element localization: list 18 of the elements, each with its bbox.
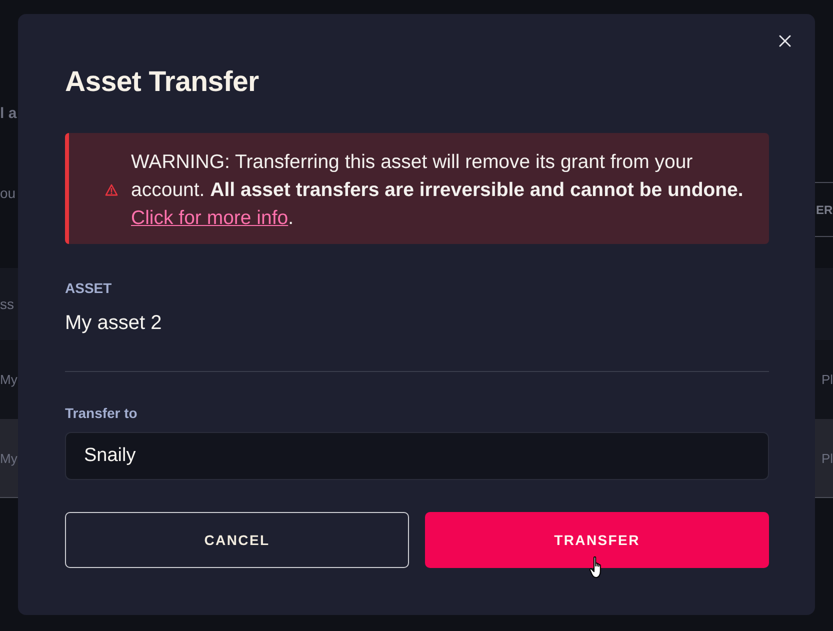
- page-text: ou: [0, 184, 16, 203]
- warning-text: WARNING: Transferring this asset will remove its grant from your account. All asset transfers are irreversible and cannot be undone. Click for more info.: [131, 150, 744, 230]
- table-cell: Pl: [821, 450, 833, 466]
- dialog-title: Asset Transfer: [65, 66, 260, 98]
- field-value: My asset 2: [65, 311, 162, 335]
- table-cell: My: [0, 450, 18, 466]
- page-heading-text: l a: [0, 104, 17, 122]
- field-label: ASSET: [65, 280, 112, 296]
- transfer-button[interactable]: TRANSFER: [425, 512, 769, 568]
- cancel-button[interactable]: CANCEL: [65, 512, 409, 568]
- close-icon[interactable]: [779, 35, 791, 47]
- table-cell: My: [0, 372, 18, 387]
- transfer-to-input[interactable]: Snaily: [65, 432, 769, 480]
- table-cell: Pl: [821, 372, 833, 387]
- column-header: ss: [0, 296, 14, 312]
- more-info-link[interactable]: Click for more info: [131, 206, 288, 228]
- field-label: Transfer to: [65, 405, 138, 421]
- warning-icon: [105, 184, 118, 196]
